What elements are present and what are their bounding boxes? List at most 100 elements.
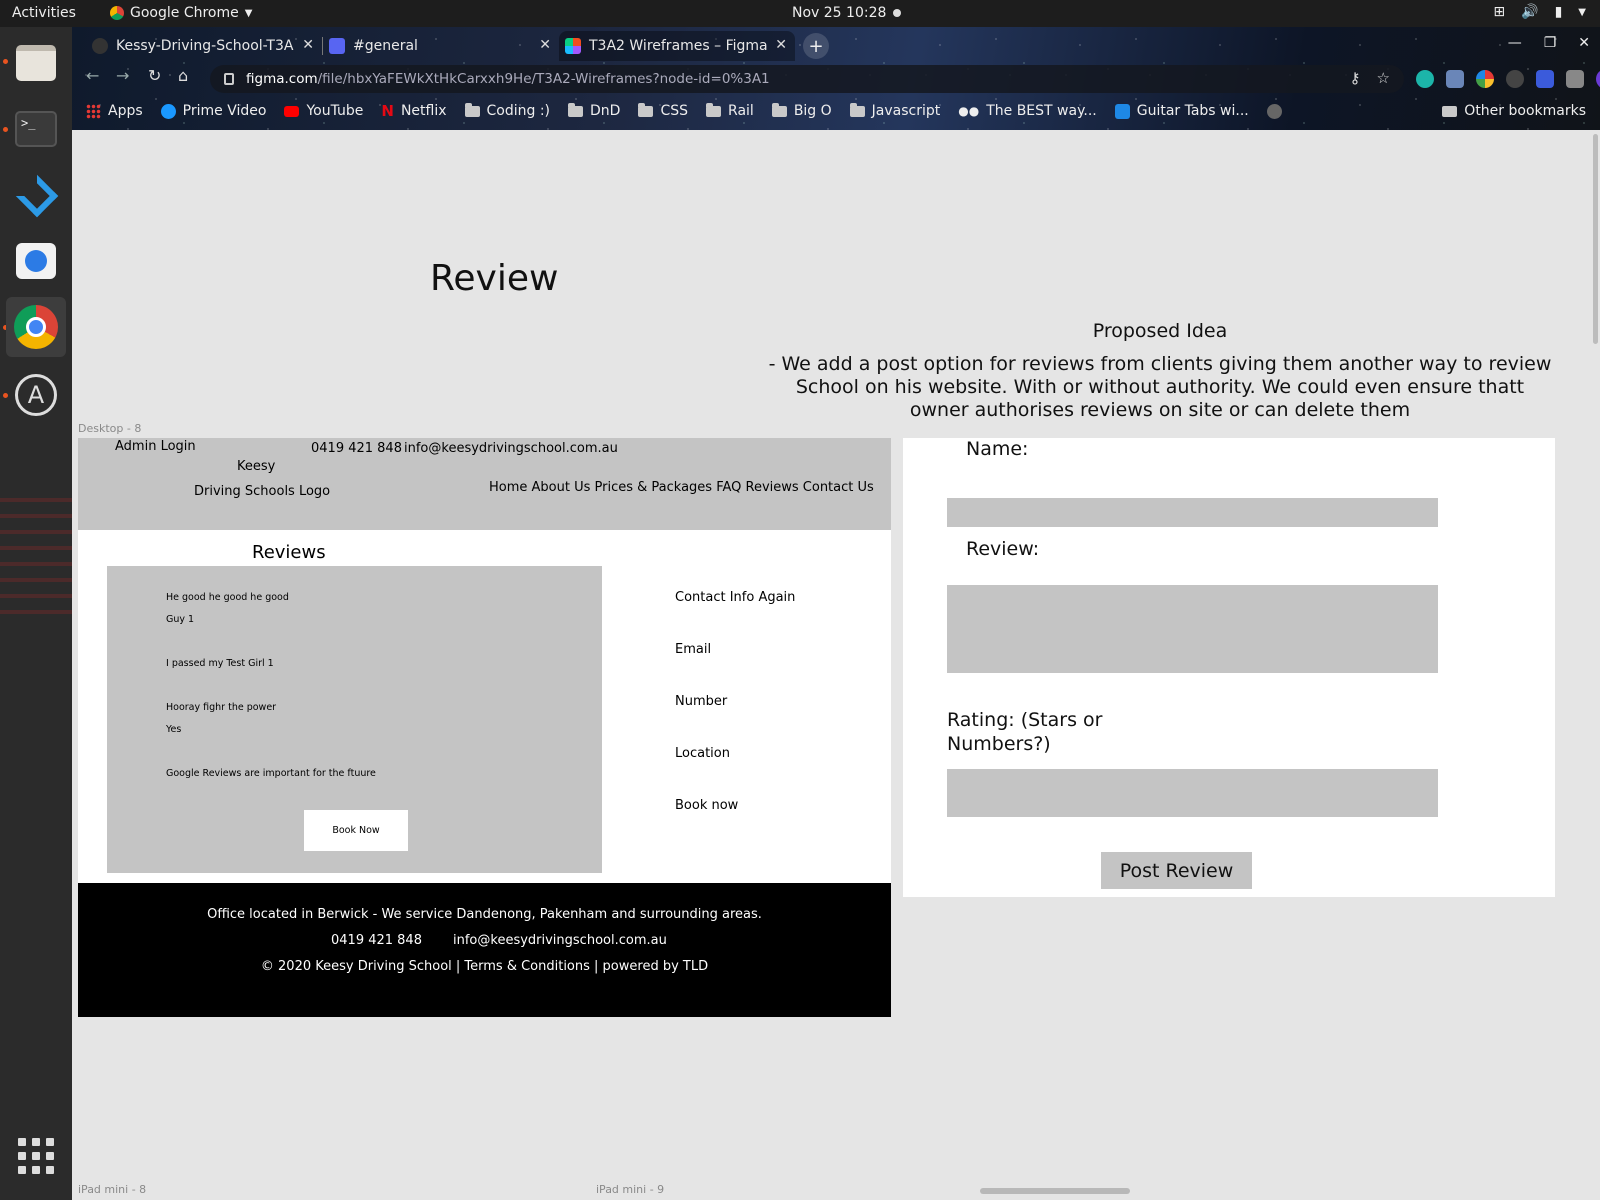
app-menu[interactable]: Google Chrome ▼: [110, 5, 252, 21]
bookmark-label: Guitar Tabs wi...: [1136, 103, 1249, 119]
clock[interactable]: Nov 25 10:28: [792, 5, 886, 21]
dock-vscode[interactable]: [6, 165, 66, 225]
bookmark-star-icon[interactable]: ☆: [1377, 69, 1390, 87]
tab-github[interactable]: Kessy-Driving-School-T3A ✕: [86, 31, 322, 61]
footer-copyright: © 2020 Keesy Driving School | Terms & Co…: [260, 959, 709, 974]
url-path: /file/hbxYaFEWkXtHkCarxxh9He/T3A2-Wirefr…: [317, 71, 770, 87]
bookmark-label: Netflix: [400, 103, 447, 119]
bookmark-best-way[interactable]: ●● The BEST way...: [958, 103, 1096, 119]
activities-button[interactable]: Activities: [12, 5, 76, 21]
tab-strip: Kessy-Driving-School-T3A ✕ #general ✕ T3…: [86, 31, 829, 61]
dock-files[interactable]: [6, 33, 66, 93]
footer-email[interactable]: info@keesydrivingschool.com.au: [453, 933, 667, 948]
circle-icon: [1266, 103, 1282, 119]
frame-label-desktop[interactable]: Desktop - 8: [78, 422, 141, 435]
header-phone: 0419 421 848: [311, 441, 402, 456]
extensions-puzzle-icon[interactable]: [1566, 70, 1584, 88]
bookmark-youtube[interactable]: YouTube: [284, 103, 363, 119]
folder-icon: [771, 102, 787, 117]
minimize-icon[interactable]: —: [1508, 35, 1522, 51]
new-tab-button[interactable]: +: [803, 33, 829, 59]
key-icon[interactable]: ⚷: [1350, 69, 1361, 87]
network-icon: ⊞: [1493, 4, 1506, 20]
tab-title: #general: [353, 38, 418, 54]
contact-email[interactable]: Email: [675, 642, 711, 657]
forward-arrow-icon[interactable]: →: [116, 66, 129, 85]
site-nav[interactable]: Home About Us Prices & Packages FAQ Revi…: [489, 480, 874, 495]
site-header: Admin Login Keesy Driving Schools Logo 0…: [78, 438, 891, 530]
logo-line-2: Driving Schools Logo: [194, 484, 331, 499]
reviews-list: He good he good he good Guy 1 I passed m…: [107, 566, 602, 873]
reload-icon[interactable]: ↻: [148, 66, 161, 85]
plus-icon: +: [808, 35, 824, 57]
bookmark-folder-rail[interactable]: Rail: [706, 102, 754, 119]
close-window-icon[interactable]: ✕: [1578, 35, 1590, 51]
dock-updater[interactable]: A: [6, 365, 66, 425]
proposed-idea-title: Proposed Idea: [1092, 320, 1228, 342]
other-bookmarks[interactable]: Other bookmarks: [1442, 97, 1586, 125]
rating-label-line-2: Numbers?): [947, 733, 1051, 755]
frame-label-ipad-9[interactable]: iPad mini - 9: [596, 1183, 664, 1196]
tab-figma[interactable]: T3A2 Wireframes – Figma ✕: [559, 31, 795, 61]
bookmark-label: CSS: [660, 103, 689, 119]
bookmark-folder-big-o[interactable]: Big O: [771, 102, 832, 119]
book-now-button[interactable]: Book Now: [304, 810, 408, 851]
proposed-idea-text: - We add a post option for reviews from …: [768, 353, 1552, 421]
bookmark-guitar-tabs[interactable]: Guitar Tabs wi...: [1114, 103, 1249, 119]
bookmark-folder-dnd[interactable]: DnD: [568, 102, 620, 119]
chevron-down-icon: ▼: [1578, 7, 1586, 18]
vertical-scrollbar[interactable]: [1593, 134, 1598, 344]
desktop-frame[interactable]: Admin Login Keesy Driving Schools Logo 0…: [78, 438, 891, 1017]
dock-terminal[interactable]: >_: [6, 99, 66, 159]
extension-accessibility-icon[interactable]: [1536, 70, 1554, 88]
close-icon[interactable]: ✕: [302, 37, 314, 53]
name-field[interactable]: [947, 498, 1438, 527]
horizontal-scrollbar[interactable]: [980, 1188, 1130, 1194]
extension-m-icon[interactable]: [1416, 70, 1434, 88]
system-tray[interactable]: ⊞ 🔊 ▮ ▼: [1493, 4, 1586, 20]
dock-software[interactable]: [6, 231, 66, 291]
bookmark-apps[interactable]: Apps: [86, 103, 143, 119]
rating-label: Rating: (Stars or Numbers?): [947, 708, 1102, 756]
browser-chrome: Kessy-Driving-School-T3A ✕ #general ✕ T3…: [72, 27, 1600, 130]
bookmark-folder-coding[interactable]: Coding :): [464, 102, 550, 119]
contact-book-now[interactable]: Book now: [675, 798, 738, 813]
dock-chrome[interactable]: [6, 297, 66, 357]
review-form-frame[interactable]: Name: Review: Rating: (Stars or Numbers?…: [903, 438, 1555, 897]
bookmark-prime-video[interactable]: Prime Video: [160, 103, 266, 119]
rating-field[interactable]: [947, 769, 1438, 817]
address-bar-actions: ⚷ ☆: [1350, 69, 1390, 87]
bookmark-folder-css[interactable]: CSS: [638, 102, 689, 119]
bookmarks-bar: Apps Prime Video YouTube N Netflix Codin…: [86, 97, 1282, 125]
review-author: Guy 1: [166, 614, 195, 625]
tab-title: T3A2 Wireframes – Figma: [589, 38, 768, 54]
tab-discord[interactable]: #general ✕: [323, 31, 559, 61]
vscode-icon: [15, 174, 59, 218]
profile-avatar[interactable]: A: [1596, 69, 1600, 89]
back-arrow-icon[interactable]: ←: [86, 66, 99, 85]
close-icon[interactable]: ✕: [539, 37, 551, 53]
close-icon[interactable]: ✕: [775, 37, 787, 53]
admin-login-link[interactable]: Admin Login: [115, 439, 196, 454]
home-icon[interactable]: ⌂: [178, 66, 188, 85]
extension-photo-icon[interactable]: [1446, 70, 1464, 88]
extension-color-icon[interactable]: [1476, 70, 1494, 88]
extension-w-icon[interactable]: [1506, 70, 1524, 88]
frame-label-ipad-8[interactable]: iPad mini - 8: [78, 1183, 146, 1196]
contact-location[interactable]: Location: [675, 746, 730, 761]
show-applications-icon[interactable]: [18, 1138, 54, 1174]
contact-number[interactable]: Number: [675, 694, 727, 709]
maximize-icon[interactable]: ❐: [1544, 35, 1557, 51]
chrome-small-icon: [110, 6, 124, 20]
folder-icon: [568, 102, 584, 117]
bookmark-unnamed[interactable]: [1266, 103, 1282, 119]
post-review-button[interactable]: Post Review: [1101, 852, 1252, 889]
footer-phone: 0419 421 848: [331, 933, 422, 948]
header-email[interactable]: info@keesydrivingschool.com.au: [404, 441, 618, 456]
figma-canvas[interactable]: Review Proposed Idea - We add a post opt…: [72, 130, 1600, 1200]
window-controls: — ❐ ✕: [1508, 35, 1590, 51]
review-field[interactable]: [947, 585, 1438, 673]
address-bar[interactable]: figma.com /file/hbxYaFEWkXtHkCarxxh9He/T…: [210, 65, 1404, 93]
bookmark-netflix[interactable]: N Netflix: [381, 102, 446, 120]
bookmark-folder-javascript[interactable]: Javascript: [849, 102, 940, 119]
